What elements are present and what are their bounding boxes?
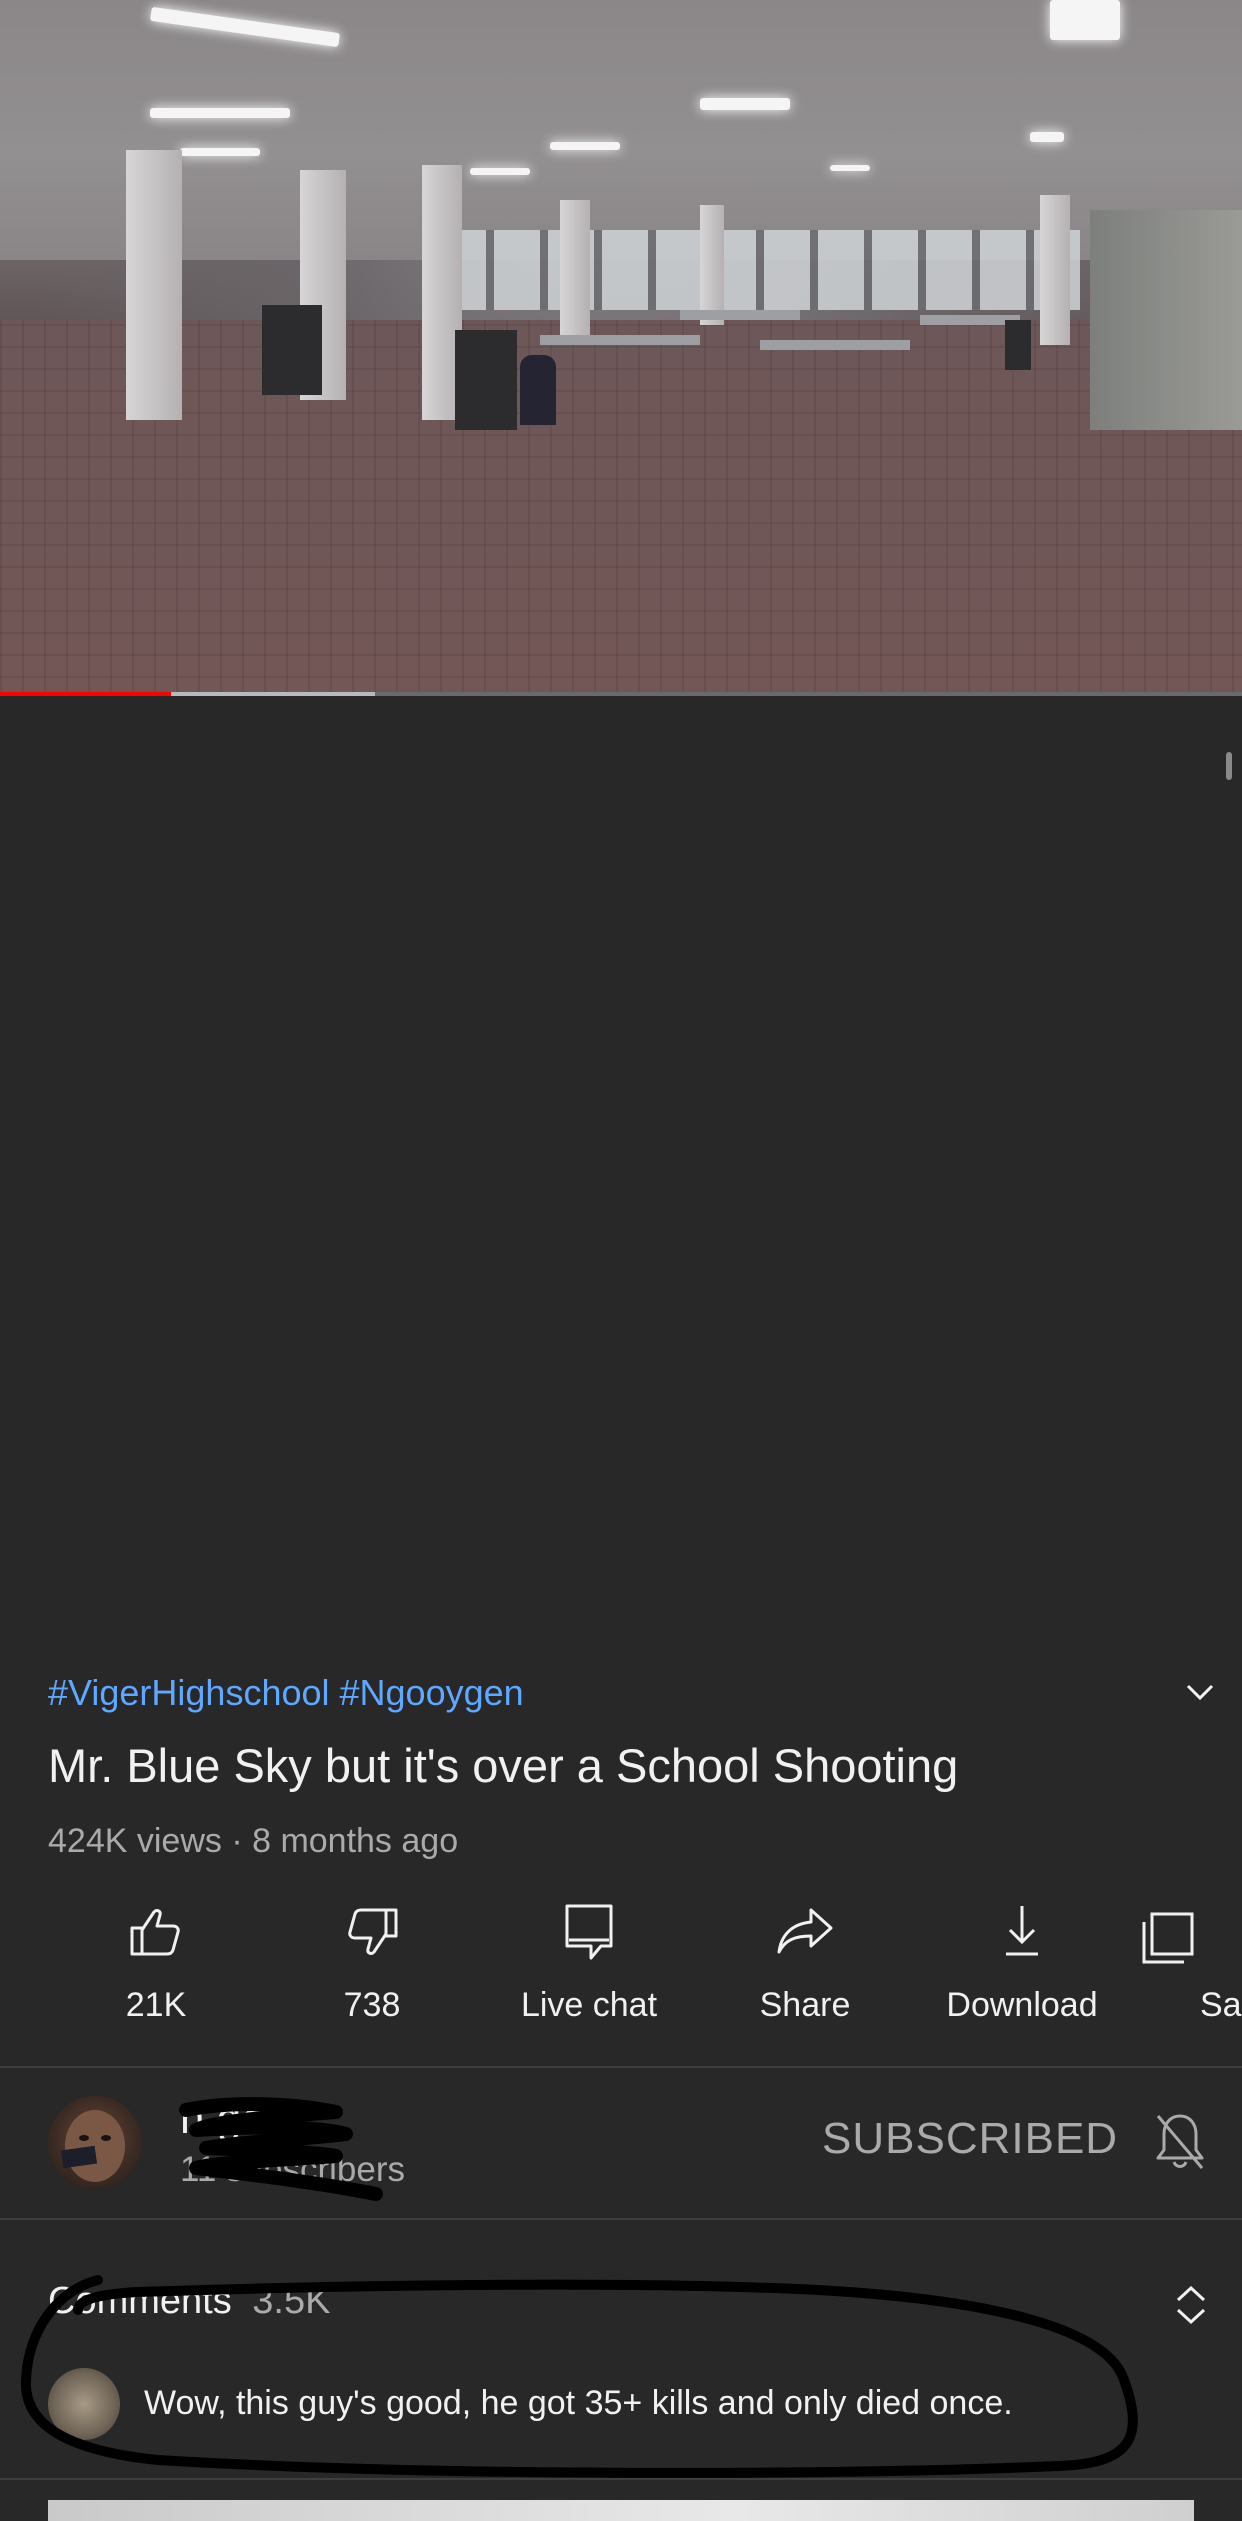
pillar [1040,195,1070,345]
hand-drawn-circle [20,2275,1138,2478]
video-player[interactable] [0,0,1242,696]
download-icon [1006,1906,1038,1956]
share-icon [777,1908,833,1954]
like-button[interactable]: 21K [56,1900,256,2025]
like-count: 21K [125,1986,187,2024]
video-progress-bar[interactable] [0,692,1242,696]
thumbs-down-icon [348,1908,398,1955]
divider [0,2478,1242,2480]
next-video-thumbnail[interactable] [48,2500,1194,2521]
video-title[interactable]: Mr. Blue Sky but it's over a School Shoo… [48,1738,958,1793]
download-button[interactable]: Download [922,1900,1122,2025]
ceiling-light [700,98,790,110]
action-row: 21K 738 Live chat Share Download Sa [0,1900,1242,2050]
bell-off-icon[interactable] [1152,2110,1208,2174]
save-button[interactable]: Sa [1138,1900,1242,2025]
video-meta: 424K views · 8 months ago [48,1822,459,1860]
scrollbar[interactable] [1226,752,1232,780]
cafeteria-table [680,310,800,320]
ceiling-light [180,148,260,156]
dislike-count: 738 [343,1986,401,2024]
live-chat-icon [565,1904,613,1960]
divider [0,2218,1242,2220]
chevron-down-icon[interactable] [1176,1668,1224,1716]
trash-bin [455,330,517,430]
expand-comments-icon[interactable] [1168,2280,1214,2330]
cafeteria-table [540,335,700,345]
divider [0,2066,1242,2068]
ceiling-light [1030,132,1064,142]
live-chat-button[interactable]: Live chat [489,1900,689,2025]
pillar [126,150,182,420]
live-chat-label: Live chat [520,1986,658,2024]
download-label: Download [946,1986,1098,2024]
figure [520,355,556,425]
background-windows [440,230,1080,310]
dislike-button[interactable]: 738 [272,1900,472,2025]
thumbs-up-icon [130,1909,180,1956]
ceiling-light [150,108,290,118]
trash-bin [262,305,322,395]
progress-played [0,692,172,696]
subscribed-button[interactable]: SUBSCRIBED [822,2114,1118,2164]
share-label: Share [759,1986,851,2024]
video-floor [0,320,1242,696]
cafeteria-table [760,340,910,350]
trash-bin [1005,320,1031,370]
redaction-scribble [179,2097,383,2201]
channel-avatar[interactable] [48,2096,142,2190]
save-label: Sa [1200,1986,1242,2024]
side-wall [1090,210,1242,430]
ceiling-light [1050,0,1120,40]
ceiling-light [550,142,620,150]
ceiling-light [470,168,530,175]
ceiling-light [830,165,870,171]
pillar [560,200,590,340]
pillar [700,205,724,325]
save-icon [1142,1912,1194,1964]
share-button[interactable]: Share [705,1900,905,2025]
hashtags-link[interactable]: #VigerHighschool #Ngooygen [48,1672,524,1714]
